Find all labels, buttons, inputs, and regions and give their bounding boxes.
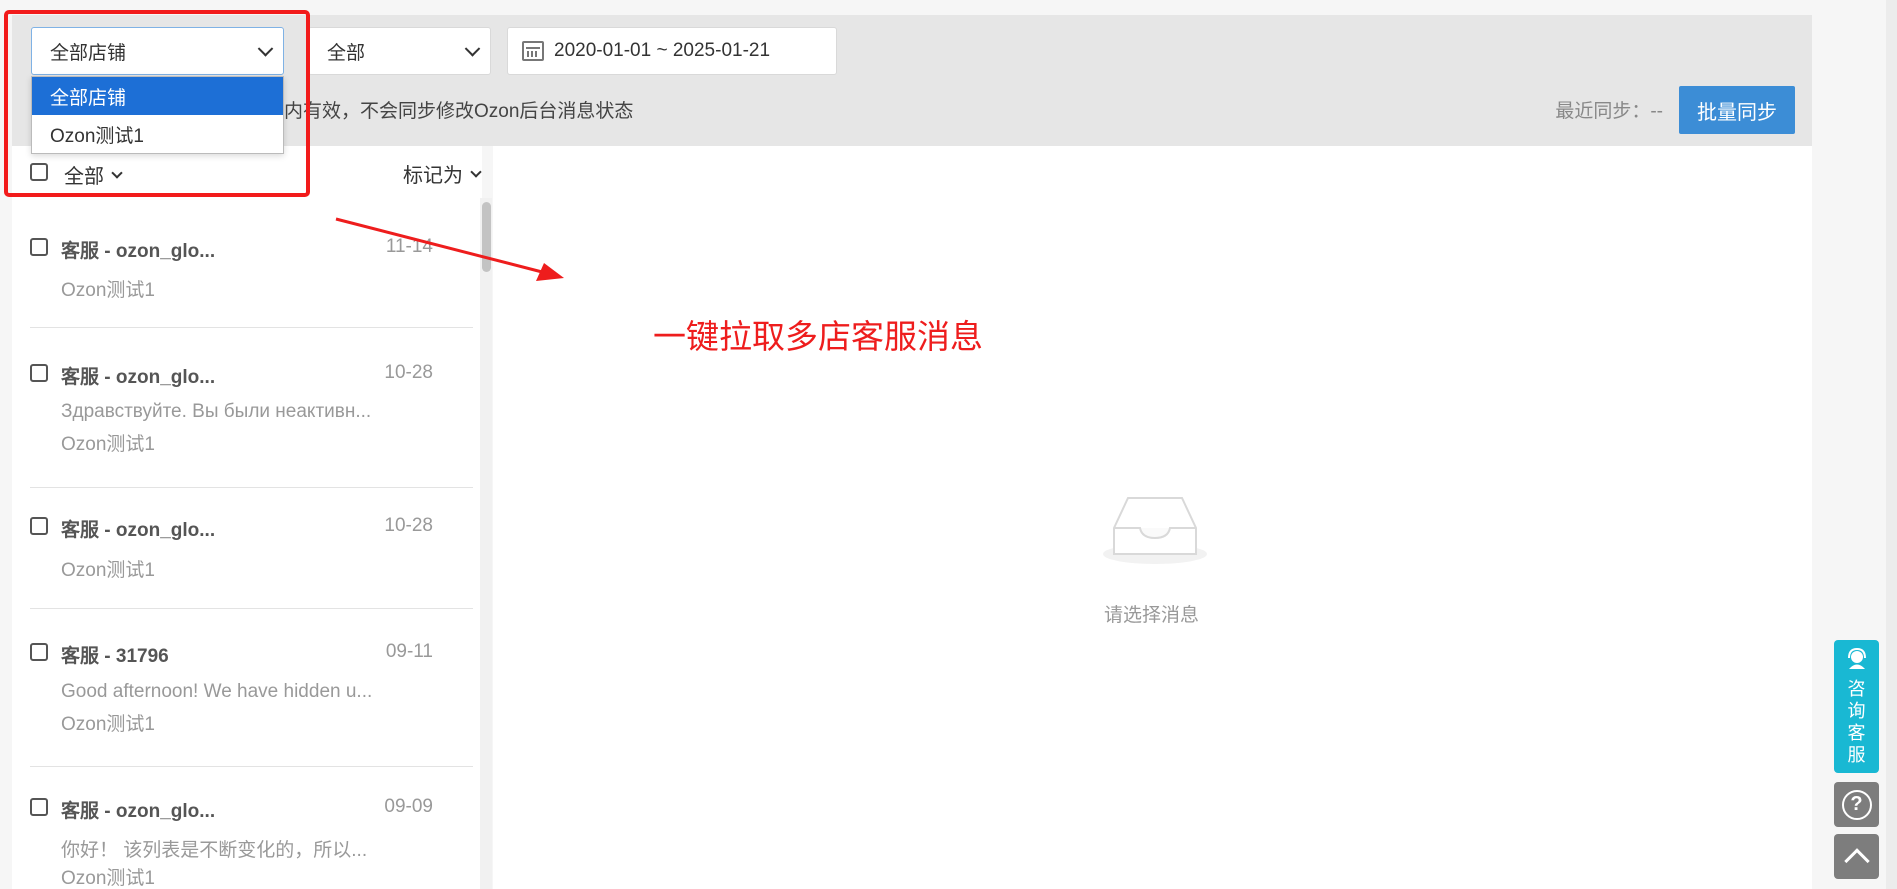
list-item-shop: Ozon测试1 <box>61 868 155 889</box>
annotation-text: 一键拉取多店客服消息 <box>653 318 983 355</box>
chevron-down-icon <box>111 166 123 179</box>
list-filter-dropdown[interactable]: 全部 <box>64 160 123 189</box>
page-scrollbar[interactable] <box>1886 0 1897 889</box>
list-item[interactable]: 客服 - ozon_glo... 09-09 你好！ 该列表是不断变化的，所以.… <box>30 796 473 889</box>
empty-state-text: 请选择消息 <box>1104 605 1200 626</box>
back-to-top-icon <box>1843 847 1870 874</box>
list-item-preview: 你好！ 该列表是不断变化的，所以... <box>61 840 368 861</box>
list-item-date: 10-28 <box>384 362 433 383</box>
shop-select-value: 全部店铺 <box>50 42 127 64</box>
list-item-preview: Здравствуйте. Вы были неактивн... <box>61 401 372 422</box>
list-item-shop: Ozon测试1 <box>61 560 155 581</box>
date-range-value: 2020-01-01 ~ 2025-01-21 <box>554 40 771 61</box>
status-select-value: 全部 <box>327 42 366 64</box>
consult-label: 咨询客服 <box>1847 679 1866 765</box>
help-icon: ? <box>1841 789 1872 820</box>
consult-service-button[interactable]: 咨询客服 <box>1834 640 1879 773</box>
list-item-preview: Good afternoon! We have hidden u... <box>61 681 373 702</box>
list-item-title: 客服 - ozon_glo... <box>61 520 216 541</box>
list-item-checkbox[interactable] <box>30 517 48 535</box>
list-item-title: 客服 - 31796 <box>61 646 169 667</box>
calendar-icon <box>522 41 544 61</box>
help-button[interactable]: ? <box>1834 782 1879 827</box>
chevron-down-icon <box>464 41 481 57</box>
mark-as-dropdown[interactable]: 标记为 <box>403 159 482 188</box>
shop-select[interactable]: 全部店铺 <box>31 27 284 75</box>
list-item-shop: Ozon测试1 <box>61 280 155 301</box>
shop-option-all[interactable]: 全部店铺 <box>32 77 283 115</box>
select-all-checkbox[interactable] <box>30 163 48 181</box>
empty-inbox-icon <box>1103 497 1207 564</box>
list-item-date: 10-28 <box>384 515 433 536</box>
shop-option-ozon-test1[interactable]: Ozon测试1 <box>32 115 283 153</box>
list-item-checkbox[interactable] <box>30 238 48 256</box>
list-item-shop: Ozon测试1 <box>61 434 155 455</box>
list-item-date: 09-11 <box>385 641 433 662</box>
list-scrollbar[interactable] <box>480 198 492 889</box>
mark-as-label: 标记为 <box>403 165 463 187</box>
list-item-date: 09-09 <box>384 796 433 817</box>
chevron-down-icon <box>257 41 274 57</box>
chevron-down-icon <box>470 165 482 178</box>
sync-notice: 内有效，不会同步修改Ozon后台消息状态 <box>284 101 634 122</box>
list-item[interactable]: 客服 - ozon_glo... 10-28 Ozon测试1 <box>30 515 473 609</box>
shop-dropdown-menu: 全部店铺 Ozon测试1 <box>31 76 284 154</box>
list-item[interactable]: 客服 - 31796 09-11 Good afternoon! We have… <box>30 641 473 767</box>
annotation-arrow <box>335 217 564 281</box>
list-item-checkbox[interactable] <box>30 798 48 816</box>
list-item[interactable]: 客服 - ozon_glo... 10-28 Здравствуйте. Вы … <box>30 362 473 488</box>
status-select[interactable]: 全部 <box>308 27 491 75</box>
date-range-picker[interactable]: 2020-01-01 ~ 2025-01-21 <box>507 27 837 75</box>
batch-sync-button[interactable]: 批量同步 <box>1679 86 1795 134</box>
list-item-title: 客服 - ozon_glo... <box>61 367 216 388</box>
headset-icon <box>1847 648 1866 669</box>
last-sync-status: 最近同步：-- <box>1555 101 1663 122</box>
list-filter-label: 全部 <box>64 166 104 188</box>
list-item-checkbox[interactable] <box>30 364 48 382</box>
list-item-checkbox[interactable] <box>30 643 48 661</box>
list-item-title: 客服 - ozon_glo... <box>61 241 216 262</box>
list-item-title: 客服 - ozon_glo... <box>61 801 216 822</box>
back-to-top-button[interactable] <box>1834 834 1879 879</box>
list-item-shop: Ozon测试1 <box>61 714 155 735</box>
